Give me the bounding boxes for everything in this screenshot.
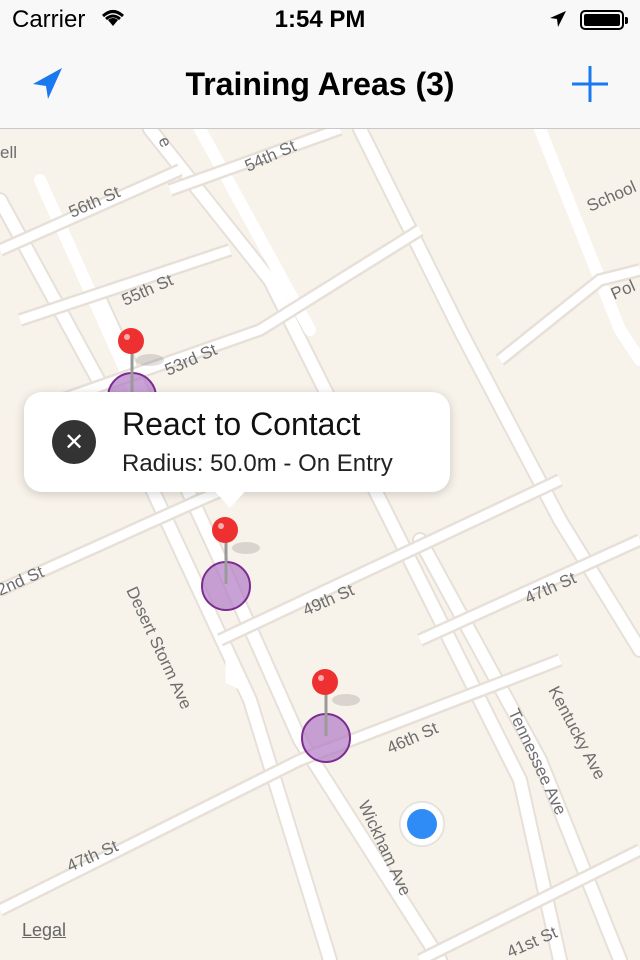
callout-subtitle: Radius: 50.0m - On Entry bbox=[122, 450, 393, 477]
callout-tail bbox=[212, 488, 248, 508]
battery-icon bbox=[580, 10, 628, 30]
clock: 1:54 PM bbox=[274, 6, 366, 33]
navigation-bar: Training Areas (3) bbox=[0, 40, 640, 129]
map-view[interactable]: ell e 56th St 54th St 55th St 53rd St 49… bbox=[0, 129, 640, 960]
close-button[interactable]: ✕ bbox=[52, 420, 96, 464]
street-label: ell bbox=[0, 143, 17, 162]
plus-icon bbox=[572, 66, 608, 102]
user-location-icon bbox=[399, 801, 445, 847]
location-arrow-icon bbox=[548, 9, 568, 34]
status-bar: Carrier 1:54 PM bbox=[0, 0, 640, 40]
legal-link[interactable]: Legal bbox=[22, 920, 66, 941]
callout-title: React to Contact bbox=[122, 406, 361, 442]
add-training-area-button[interactable] bbox=[568, 62, 612, 106]
page-title: Training Areas (3) bbox=[185, 66, 455, 102]
close-icon: ✕ bbox=[63, 428, 85, 456]
annotation-callout[interactable]: ✕ React to Contact Radius: 50.0m - On En… bbox=[24, 392, 450, 508]
